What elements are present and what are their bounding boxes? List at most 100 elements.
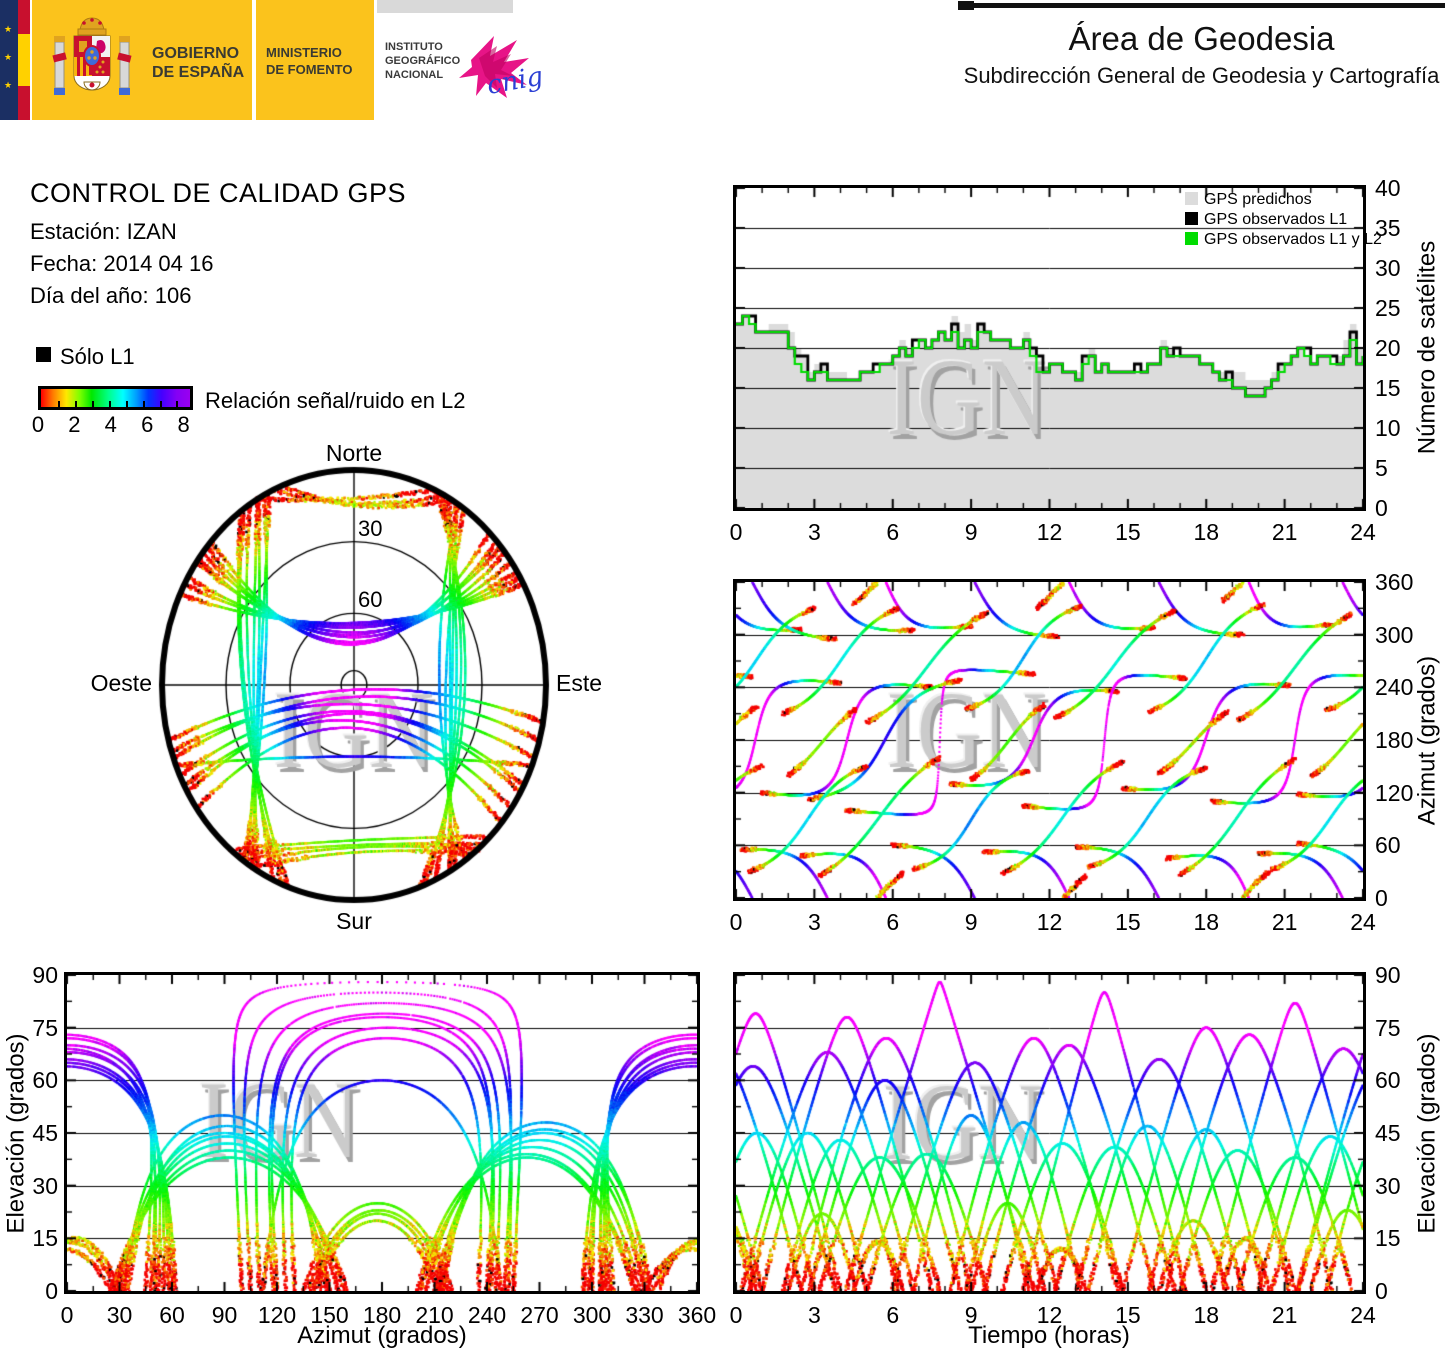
colorbar-tick	[108, 401, 111, 407]
tick-label: 360	[677, 1302, 717, 1328]
tick-label: 15	[1115, 519, 1141, 545]
elevation-vs-azimuth-canvas	[67, 975, 697, 1291]
colorbar-number: 2	[68, 412, 81, 437]
elevation-vs-azimuth-chart	[64, 972, 700, 1294]
tick-label: 40	[1375, 175, 1401, 201]
spain-coat-of-arms-icon	[52, 17, 132, 95]
eu-flag-strip: ★ ★ ★	[0, 0, 18, 120]
spain-flag-red-top	[18, 0, 30, 34]
tick-label: 9	[964, 909, 978, 935]
tick-label: 240	[1375, 674, 1414, 701]
tick-label: 45	[1375, 1120, 1401, 1146]
colorbar-number: 6	[141, 412, 154, 437]
elevation-vs-time-canvas	[736, 975, 1363, 1291]
tick-label: 6	[886, 909, 900, 935]
tick-label: 20	[1375, 335, 1401, 361]
tick-label: 24	[1350, 519, 1376, 545]
azimuth-y-axis-title: Azimut (grados)	[1413, 655, 1441, 826]
legend-label: GPS predichos	[1204, 191, 1312, 208]
spain-flag-yellow	[18, 34, 30, 86]
solo-l1-swatch	[36, 347, 51, 362]
star-icon: ★	[4, 24, 13, 34]
skyplot-south-label: Sur	[336, 908, 372, 934]
azimuth-vs-time-canvas	[736, 582, 1363, 898]
gobierno-label-line2: DE ESPAÑA	[152, 64, 245, 81]
tick-label: 0	[1375, 885, 1388, 911]
tick-label: 360	[1375, 569, 1414, 595]
colorbar-tick	[159, 401, 162, 407]
star-icon: ★	[4, 52, 13, 62]
tick-label: 75	[1375, 1014, 1401, 1041]
tick-label: 30	[1375, 1172, 1401, 1199]
colorbar-tick	[91, 401, 94, 407]
ministerio-label-line2: DE FOMENTO	[266, 62, 353, 77]
legend-swatch-icon	[1185, 192, 1198, 205]
legend-label: GPS observados L1 y L2	[1204, 231, 1382, 248]
gps-quality-report-page: ★ ★ ★ GOBIERNO DE ESPAÑA MINISTERIO DE F…	[0, 0, 1445, 1350]
tick-label: 0	[729, 909, 743, 935]
report-title: CONTROL DE CALIDAD GPS	[30, 178, 407, 208]
tick-label: 18	[1193, 519, 1220, 545]
colorbar-number: 4	[104, 412, 117, 437]
tick-label: 300	[1375, 621, 1414, 648]
tick-label: 3	[807, 909, 821, 935]
star-icon: ★	[4, 80, 13, 90]
satcount-legend-row: GPS observados L1	[1185, 211, 1347, 229]
satcount-y-axis-title: Número de satélites	[1413, 240, 1441, 455]
area-title: Área de Geodesia	[1068, 20, 1335, 57]
tick-label: 120	[1375, 779, 1414, 806]
tick-label: 15	[1375, 375, 1401, 401]
tick-label: 3	[807, 519, 821, 545]
gobierno-logo-box: GOBIERNO DE ESPAÑA	[32, 0, 252, 120]
elevation-time-y-axis-title: Elevación (grados)	[1413, 1033, 1441, 1234]
legend-swatch-icon	[1185, 232, 1198, 245]
tick-label: 24	[1350, 909, 1376, 935]
tick-label: 24	[1350, 1302, 1376, 1328]
spain-flag-red-bottom	[18, 86, 30, 120]
gray-top-bar	[377, 0, 513, 13]
satcount-legend-row: GPS predichos	[1185, 191, 1312, 209]
tick-label: 9	[964, 519, 978, 545]
colorbar-tick	[57, 401, 60, 407]
skyplot-east-label: Este	[556, 670, 603, 696]
tick-label: 18	[1193, 909, 1220, 935]
area-subtitle: Subdirección General de Geodesia y Carto…	[963, 63, 1440, 88]
tick-label: 5	[1375, 455, 1388, 481]
date-line: Fecha: 2014 04 16	[30, 251, 214, 276]
colorbar-number: 0	[31, 412, 45, 437]
tick-label: 90	[1375, 962, 1401, 988]
tick-label: 180	[1375, 727, 1414, 753]
colorbar-tick	[125, 401, 128, 407]
tick-label: 60	[1375, 832, 1401, 859]
colorbar-number: 8	[177, 412, 190, 437]
skyplot-ring-30-label: 30	[358, 516, 383, 541]
tick-label: 0	[1375, 1278, 1388, 1304]
tick-label: 10	[1375, 415, 1401, 441]
colorbar-tick	[142, 401, 145, 407]
azimuth-vs-time-chart	[733, 579, 1366, 901]
tick-label: 60	[1375, 1067, 1401, 1094]
gobierno-label-line1: GOBIERNO	[152, 45, 240, 62]
time-x-axis-title: Tiempo (horas)	[968, 1322, 1130, 1349]
ministerio-logo-box: MINISTERIO DE FOMENTO	[256, 0, 374, 120]
skyplot-north-label: Norte	[325, 440, 383, 466]
tick-label: 21	[1271, 909, 1298, 935]
colorbar-tick	[74, 401, 77, 407]
solo-l1-label: Sólo L1	[60, 344, 135, 369]
doy-line: Día del año: 106	[30, 283, 192, 308]
colorbar-tick	[176, 401, 179, 407]
azimuth-x-axis-title: Azimut (grados)	[297, 1322, 467, 1349]
tick-label: 25	[1375, 295, 1401, 321]
tick-label: 12	[1036, 519, 1063, 545]
tick-label: 0	[1375, 495, 1388, 521]
legend-label: GPS observados L1	[1204, 211, 1348, 228]
satcount-legend-row: GPS observados L1 y L2	[1185, 231, 1382, 249]
snr-colorbar-label: Relación señal/ruido en L2	[205, 388, 466, 413]
skyplot-west-label: Oeste	[90, 670, 152, 696]
tick-label: 0	[729, 519, 743, 545]
tick-label: 30	[1375, 255, 1401, 281]
tick-label: 12	[1036, 909, 1063, 935]
cnig-logo-icon: cnig	[459, 36, 545, 101]
tick-label: 21	[1271, 1302, 1298, 1328]
header-rule	[958, 3, 1445, 8]
